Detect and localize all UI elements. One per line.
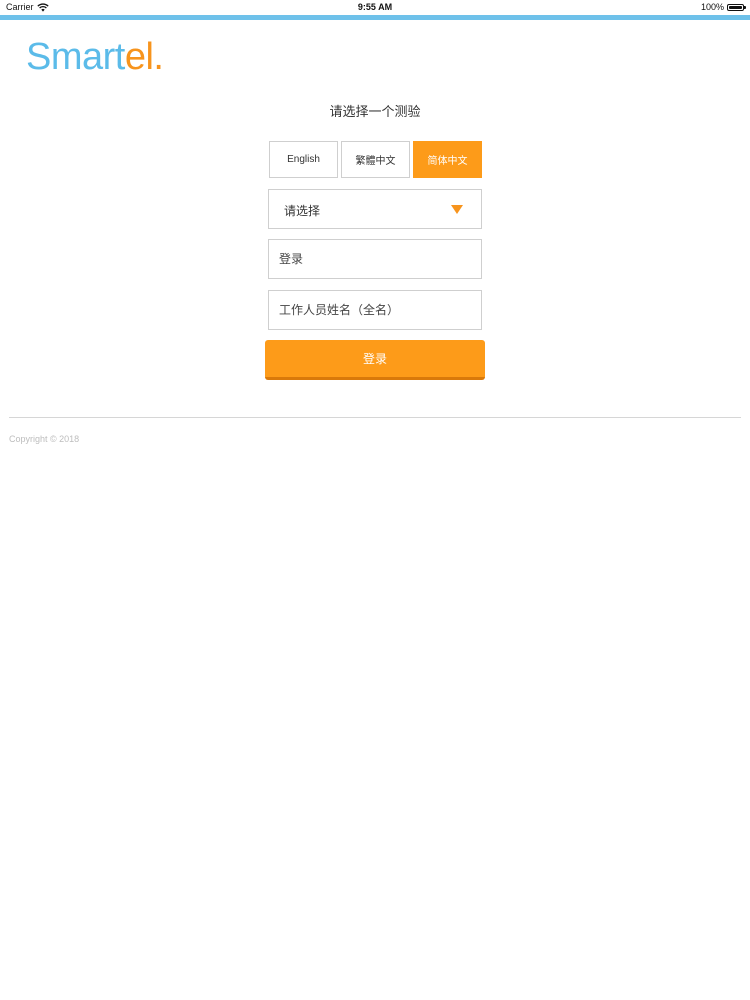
test-select-value: 请选择 (284, 204, 321, 218)
login-screen: Carrier 9:55 AM 100% Smartel. 请选择一个测验 En… (0, 0, 750, 1000)
dropdown-arrow-icon (451, 205, 463, 214)
status-battery: 100% (700, 2, 746, 12)
language-tab-english[interactable]: English (269, 141, 338, 178)
smartel-logo: Smartel. (26, 36, 164, 79)
language-tabs: English 繁體中文 简体中文 (269, 141, 482, 178)
test-select-dropdown[interactable]: 请选择 (268, 189, 482, 229)
page-heading: 请选择一个测验 (329, 104, 421, 119)
logo-text-smart: Smart (26, 36, 125, 78)
battery-full-icon (727, 3, 746, 11)
login-input[interactable] (268, 239, 482, 279)
top-accent-bar (0, 15, 750, 20)
battery-percent: 100% (700, 2, 724, 12)
footer-divider (9, 417, 741, 418)
login-button[interactable]: 登录 (265, 340, 485, 380)
logo-text-el: el. (124, 36, 164, 78)
language-tab-traditional-chinese[interactable]: 繁體中文 (341, 141, 410, 178)
language-tab-simplified-chinese[interactable]: 简体中文 (413, 141, 482, 178)
staff-name-input[interactable] (268, 290, 482, 330)
copyright-text: Copyright © 2018 (9, 434, 80, 444)
status-bar: Carrier 9:55 AM 100% (0, 0, 750, 15)
status-time: 9:55 AM (357, 2, 393, 12)
